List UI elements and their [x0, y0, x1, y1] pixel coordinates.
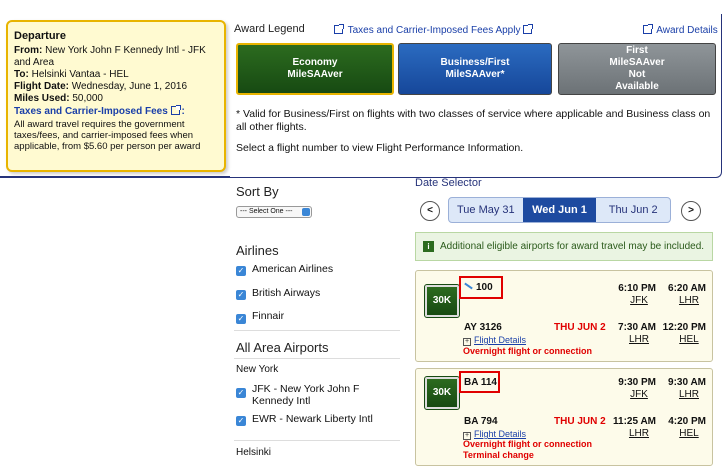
first-milesaaver-legend[interactable]: First MileSAAver Not Available — [558, 43, 716, 95]
taxes-fees-apply-link[interactable]: Taxes and Carrier-Imposed Fees Apply — [334, 24, 534, 36]
connecting-flight-number[interactable]: AY 3126 — [464, 322, 502, 333]
external-link-icon — [170, 105, 181, 115]
to-row: To: Helsinki Vantaa - HEL — [14, 69, 129, 80]
business-first-milesaaver-legend[interactable]: Business/First MileSAAver* — [398, 43, 552, 95]
info-icon — [334, 24, 344, 34]
fees-link[interactable]: Taxes and Carrier-Imposed Fees : — [14, 105, 218, 118]
airline-label: American Airlines — [252, 263, 334, 275]
expand-icon: + — [463, 338, 471, 346]
depart-time: 11:25 AM — [613, 416, 656, 427]
select-arrow-icon — [302, 208, 310, 216]
depart-airport[interactable]: JFK — [622, 389, 656, 400]
city-label-new-york: New York — [236, 364, 279, 375]
all-area-airports-heading: All Area Airports — [236, 340, 329, 355]
sort-by-heading: Sort By — [236, 184, 279, 199]
divider — [234, 440, 400, 441]
departure-summary: Departure From: New York John F Kennedy … — [6, 20, 226, 172]
valid-note: * Valid for Business/First on flights wi… — [236, 108, 711, 133]
prev-date-button[interactable]: < — [420, 201, 440, 221]
arrive-airport[interactable]: HEL — [672, 428, 706, 439]
flight-number-link[interactable]: 100 — [464, 282, 493, 293]
arrive-airport[interactable]: HEL — [672, 334, 706, 345]
airlines-heading: Airlines — [236, 243, 279, 258]
from-row: From: New York John F Kennedy Intl - JFK… — [14, 45, 206, 68]
award-details-link[interactable]: Award Details — [643, 24, 718, 36]
select-flight-note: Select a flight number to view Flight Pe… — [236, 142, 524, 154]
airline-label: British Airways — [252, 287, 321, 299]
depart-airport[interactable]: LHR — [622, 428, 656, 439]
checkbox-jfk[interactable]: ✓ — [236, 388, 246, 398]
flight-date-row: Flight Date: Wednesday, June 1, 2016 — [14, 81, 188, 92]
info-icon — [643, 24, 653, 34]
sort-select[interactable]: --- Select One --- — [236, 206, 312, 218]
eligible-airports-notice: i Additional eligible airports for award… — [415, 232, 713, 261]
connection-date: THU JUN 2 — [554, 416, 606, 427]
plane-icon — [464, 282, 473, 290]
flight-result-card: 30K BA 114 9:30 PM 9:30 AM JFK LHR BA 79… — [415, 368, 713, 466]
award-legend-title: Award Legend — [234, 23, 305, 35]
arrive-time: 12:20 PM — [662, 322, 706, 333]
external-link-icon — [523, 24, 534, 34]
economy-milesaaver-legend[interactable]: Economy MileSAAver — [236, 43, 394, 95]
city-label-helsinki: Helsinki — [236, 447, 272, 458]
date-tab-prev[interactable]: Tue May 31 — [449, 198, 523, 222]
terminal-change-warning: Terminal change — [463, 450, 534, 460]
depart-time: 7:30 AM — [618, 322, 656, 333]
connection-date: THU JUN 2 — [554, 322, 606, 333]
divider — [234, 330, 400, 331]
checkbox-ewr[interactable]: ✓ — [236, 416, 246, 426]
award-miles-button[interactable]: 30K — [424, 284, 460, 318]
airport-label: EWR - Newark Liberty Intl — [252, 413, 373, 425]
fees-note: All award travel requires the government… — [14, 119, 201, 152]
miles-used-row: Miles Used: 50,000 — [14, 93, 103, 104]
divider — [234, 358, 400, 359]
award-search-page: Departure From: New York John F Kennedy … — [0, 0, 728, 469]
date-tabs: Tue May 31 Wed Jun 1 Thu Jun 2 — [448, 197, 671, 223]
flight-number-link[interactable]: BA 114 — [464, 377, 497, 388]
arrive-time: 6:20 AM — [668, 283, 706, 294]
overnight-warning: Overnight flight or connection — [463, 439, 592, 449]
connecting-flight-number[interactable]: BA 794 — [464, 416, 498, 427]
depart-airport[interactable]: JFK — [622, 295, 656, 306]
airline-label: Finnair — [252, 310, 285, 322]
date-selector-label: Date Selector — [415, 177, 482, 189]
arrive-airport[interactable]: LHR — [672, 389, 706, 400]
overnight-warning: Overnight flight or connection — [463, 346, 592, 356]
checkbox-american-airlines[interactable]: ✓ — [236, 266, 246, 276]
next-date-button[interactable]: > — [681, 201, 701, 221]
airport-label: JFK - New York John F Kennedy Intl — [252, 383, 360, 407]
divider — [0, 176, 230, 178]
checkbox-british-airways[interactable]: ✓ — [236, 290, 246, 300]
award-miles-button[interactable]: 30K — [424, 376, 460, 410]
flight-result-card: 30K 100 6:10 PM 6:20 AM JFK LHR AY 3126 … — [415, 270, 713, 362]
arrive-time: 9:30 AM — [668, 377, 706, 388]
arrive-time: 4:20 PM — [668, 416, 706, 427]
depart-airport[interactable]: LHR — [622, 334, 656, 345]
arrive-airport[interactable]: LHR — [672, 295, 706, 306]
date-tab-current[interactable]: Wed Jun 1 — [522, 198, 597, 222]
info-icon: i — [423, 241, 434, 252]
flight-details-link[interactable]: + Flight Details — [463, 335, 526, 346]
departure-heading: Departure — [14, 30, 66, 42]
checkbox-finnair[interactable]: ✓ — [236, 314, 246, 324]
depart-time: 9:30 PM — [618, 377, 656, 388]
depart-time: 6:10 PM — [618, 283, 656, 294]
date-tab-next[interactable]: Thu Jun 2 — [596, 198, 670, 222]
